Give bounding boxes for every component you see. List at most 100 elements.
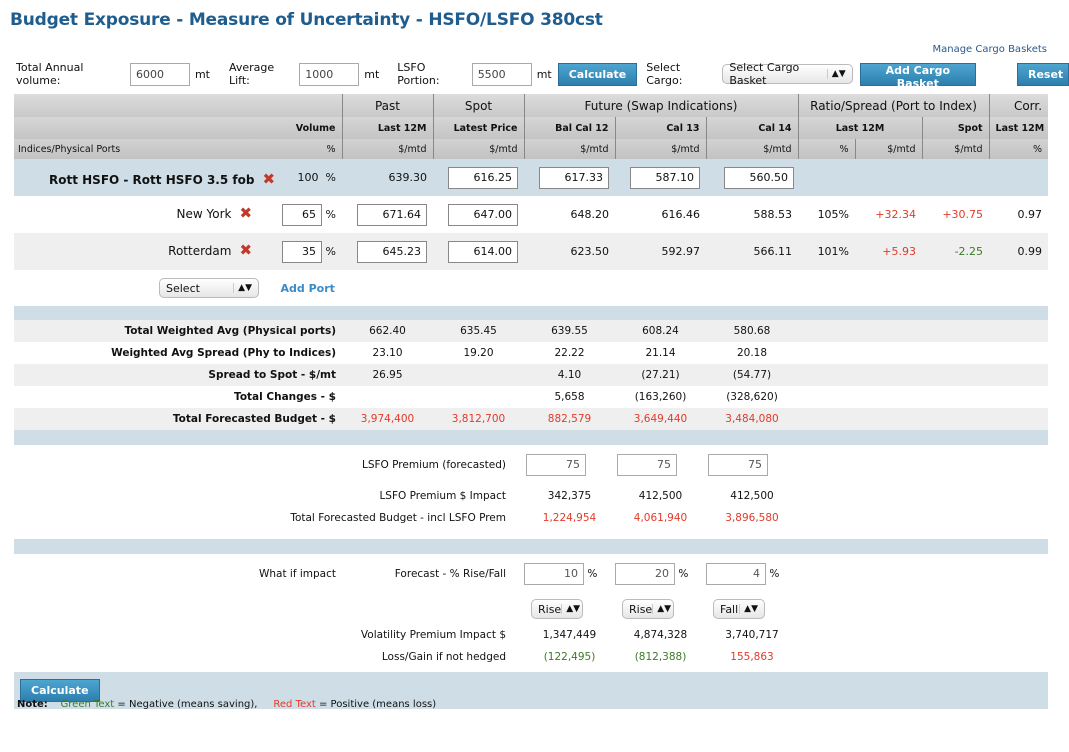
- port-cal14: 566.11: [706, 233, 799, 270]
- summary-value: [433, 364, 524, 386]
- header-unit: %: [326, 143, 336, 155]
- reset-button[interactable]: Reset: [1016, 62, 1069, 86]
- chevron-updown-icon: ▲▼: [826, 69, 846, 79]
- port-spot-input[interactable]: 647.00: [448, 203, 518, 226]
- header-cell: Cal 13: [614, 117, 706, 139]
- forecast-pct-input[interactable]: 4: [706, 563, 766, 585]
- header-cell: $/mtd: [341, 139, 433, 159]
- lsfo-impact-value: 412,500: [730, 490, 774, 502]
- summary-row: Weighted Avg Spread (Phy to Indices) 23.1…: [14, 342, 1048, 364]
- summary-value: 635.45: [460, 325, 497, 337]
- page-title: Budget Exposure - Measure of Uncertainty…: [10, 10, 603, 30]
- average-lift-input[interactable]: [299, 62, 360, 86]
- port-spot-input[interactable]: 614.00: [448, 240, 518, 263]
- lsfo-premium-input[interactable]: 75: [617, 454, 677, 476]
- lsfo-budget-label: Total Forecasted Budget - incl LSFO Prem: [290, 512, 506, 524]
- index-cal14-input[interactable]: 560.50: [724, 166, 794, 189]
- port-spread: +32.34: [875, 208, 917, 221]
- index-row: Rott HSFO - Rott HSFO 3.5 fob ✖ 100 % 639.…: [14, 159, 1049, 196]
- header-indices: Indices/Physical Ports: [18, 143, 121, 155]
- pct: %: [587, 568, 598, 580]
- selected-value: Select: [166, 281, 200, 295]
- header-spot: Spot: [432, 94, 524, 117]
- manage-cargo-baskets-link[interactable]: Manage Cargo Baskets: [932, 44, 1047, 55]
- add-cargo-basket-button[interactable]: Add Cargo Basket: [859, 62, 976, 90]
- summary-value: 580.68: [733, 325, 771, 337]
- summary-value: [342, 386, 433, 408]
- port-row: Rotterdam ✖ 35 % 645.23 614.00 623.50 592.…: [14, 233, 1049, 270]
- what-if-label: What if impact: [258, 568, 336, 580]
- total-volume-input[interactable]: [129, 62, 190, 86]
- volatility-value: 1,347,449: [542, 629, 597, 641]
- port-volume-input[interactable]: 65: [282, 203, 323, 226]
- port-past-input[interactable]: 645.23: [357, 240, 427, 263]
- summary-value: 26.95: [372, 369, 403, 381]
- port-volume-input[interactable]: 35: [282, 240, 323, 263]
- header-volume: Volume: [14, 117, 342, 139]
- cargo-basket-select[interactable]: Select Cargo Basket ▲▼: [722, 61, 853, 87]
- header-cell: $/mtd: [921, 139, 990, 159]
- summary-value: 662.40: [369, 325, 406, 337]
- forecast-pct-input[interactable]: 10: [524, 563, 584, 585]
- pct: %: [769, 568, 780, 580]
- lsfo-portion-input[interactable]: [471, 62, 532, 86]
- header-cell: $/mtd: [705, 139, 799, 159]
- total-volume-label: Total Annual volume:: [16, 61, 84, 87]
- summary-value: 21.14: [645, 347, 676, 359]
- green-desc: = Negative (means saving),: [117, 699, 258, 710]
- pct: %: [325, 171, 336, 184]
- pct: %: [325, 207, 336, 221]
- rise-fall-select[interactable]: Fall ▲▼: [713, 599, 765, 619]
- summary-value: 20.18: [736, 347, 768, 359]
- port-name: New York: [176, 206, 232, 221]
- remove-icon[interactable]: ✖: [262, 170, 275, 188]
- exposure-table: Past Spot Future (Swap Indications) Rati…: [14, 94, 1049, 321]
- loss-gain-label: Loss/Gain if not hedged: [381, 651, 506, 663]
- lsfo-premium-input[interactable]: 75: [708, 454, 768, 476]
- volatility-value: 3,740,717: [725, 629, 779, 641]
- port-select[interactable]: Select ▲▼: [159, 278, 259, 298]
- index-spot-input[interactable]: 616.25: [448, 166, 518, 189]
- summary-value: 3,812,700: [451, 413, 506, 425]
- header-cell: Spot: [921, 117, 990, 139]
- header-cell: Last 12M: [797, 117, 923, 139]
- header-cell: Last 12M: [341, 117, 433, 139]
- header-cell: Latest Price: [432, 117, 524, 139]
- note-label: Note:: [17, 699, 48, 710]
- summary-label: Spread to Spot - $/mt: [208, 369, 336, 381]
- summary-value: 639.55: [551, 325, 588, 337]
- add-port-link[interactable]: Add Port: [281, 282, 335, 295]
- header-cell: $/mtd: [854, 139, 923, 159]
- summary-label: Total Weighted Avg (Physical ports): [124, 325, 336, 337]
- header-cell: Bal Cal 12: [523, 117, 615, 139]
- calculate-button[interactable]: Calculate: [557, 62, 638, 86]
- chevron-updown-icon: ▲▼: [652, 604, 671, 614]
- rise-fall-select[interactable]: Rise ▲▼: [531, 599, 583, 619]
- loss-gain-value: (812,388): [634, 651, 687, 663]
- index-bal-input[interactable]: 617.33: [539, 166, 609, 189]
- lsfo-impact-value: 412,500: [638, 490, 683, 502]
- remove-icon[interactable]: ✖: [239, 204, 252, 222]
- lsfo-premium-label: LSFO Premium (forecasted): [362, 459, 506, 471]
- lsfo-portion-label: LSFO Portion:: [397, 61, 440, 87]
- remove-icon[interactable]: ✖: [239, 241, 252, 259]
- forecast-pct-input[interactable]: 20: [615, 563, 675, 585]
- header-corr: Corr.: [988, 94, 1049, 117]
- lsfo-budget-value: 4,061,940: [633, 512, 688, 524]
- red-desc: = Positive (means loss): [318, 699, 437, 710]
- port-past-input[interactable]: 671.64: [357, 203, 427, 226]
- red-text-label: Red Text: [273, 699, 316, 710]
- pct: %: [678, 568, 689, 580]
- header-cell: $/mtd: [523, 139, 615, 159]
- lsfo-budget-value: 1,224,954: [542, 512, 597, 524]
- lsfo-premium-input[interactable]: 75: [526, 454, 586, 476]
- header-cell: Indices/Physical Ports%: [14, 139, 342, 159]
- port-bal: 648.20: [570, 208, 610, 221]
- rise-fall-select[interactable]: Rise ▲▼: [622, 599, 674, 619]
- chevron-updown-icon: ▲▼: [739, 604, 758, 614]
- port-spread: +5.93: [855, 233, 923, 270]
- forecast-label: Forecast - % Rise/Fall: [394, 568, 506, 580]
- summary-value: 608.24: [642, 325, 679, 337]
- index-cal13-input[interactable]: 587.10: [630, 166, 700, 189]
- header-cell: $/mtd: [432, 139, 524, 159]
